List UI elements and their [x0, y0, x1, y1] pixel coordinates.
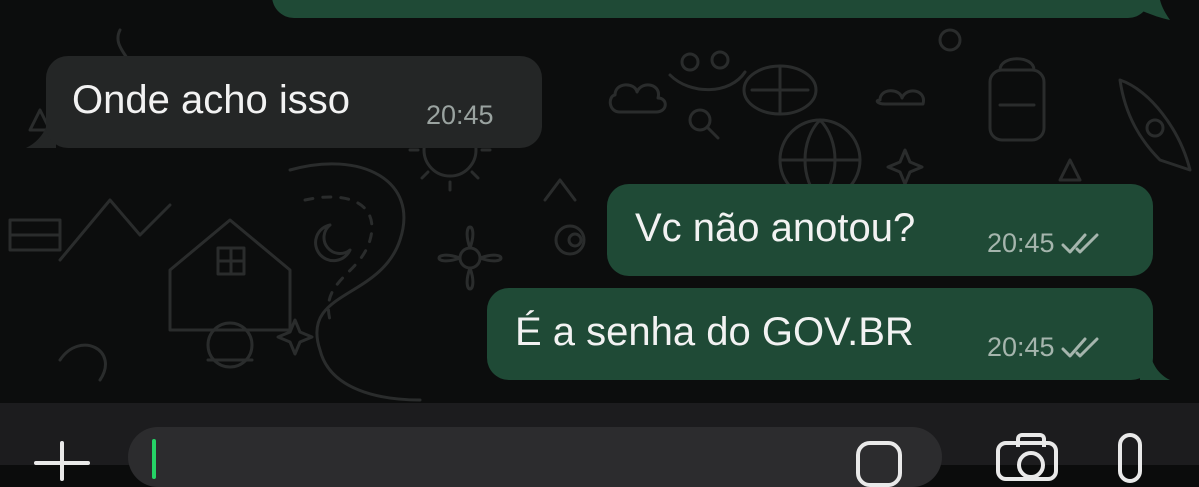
message-text: É a senha do GOV.BR [515, 310, 914, 354]
message-bubble-incoming[interactable]: Onde acho isso 20:45 [46, 56, 542, 148]
bubble-tail [1140, 0, 1170, 20]
plus-icon[interactable] [34, 441, 90, 481]
message-text: Vc não anotou? [635, 206, 916, 250]
message-text: Onde acho isso [72, 78, 350, 122]
text-cursor [152, 439, 156, 479]
double-check-icon [1061, 337, 1099, 358]
message-bubble-outgoing[interactable]: É a senha do GOV.BR 20:45 [487, 288, 1153, 380]
message-bubble-outgoing[interactable]: Vc não anotou? 20:45 [607, 184, 1153, 276]
message-time: 20:45 [987, 228, 1055, 258]
message-input[interactable] [128, 427, 942, 487]
camera-icon[interactable] [996, 433, 1058, 481]
message-time: 20:45 [987, 332, 1055, 362]
bubble-tail [1140, 352, 1170, 380]
double-check-icon [1061, 233, 1099, 254]
microphone-icon[interactable] [1118, 433, 1142, 483]
composer-bar [0, 403, 1199, 487]
message-meta: 20:45 [426, 100, 494, 130]
message-time: 20:45 [426, 100, 494, 130]
message-meta: 20:45 [987, 332, 1103, 362]
sticker-icon[interactable] [856, 441, 902, 487]
message-bubble-outgoing[interactable] [272, 0, 1150, 18]
message-meta: 20:45 [987, 228, 1103, 258]
chat-area: Onde acho isso 20:45 Vc não anotou? 20:4… [0, 0, 1199, 403]
